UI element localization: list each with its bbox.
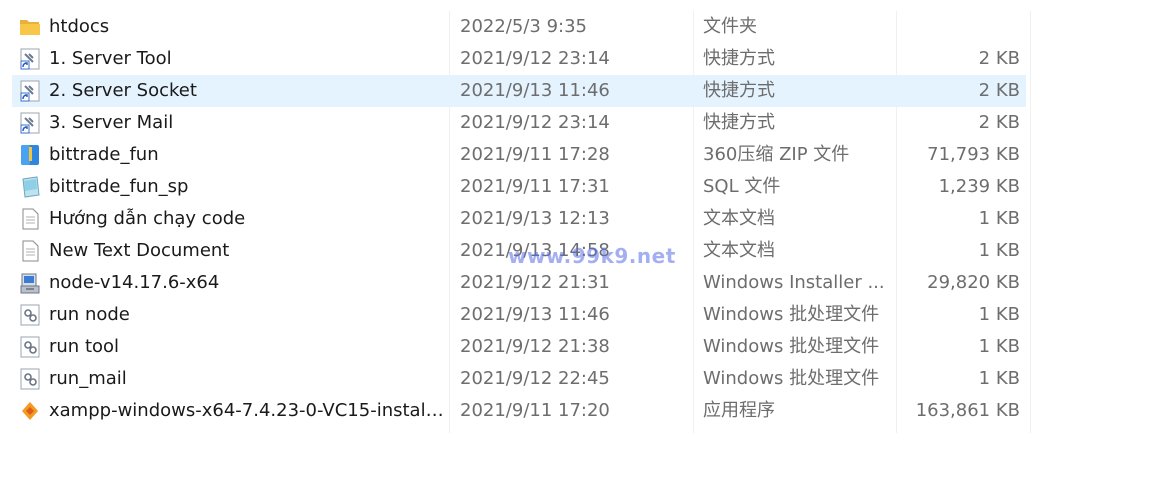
zip-archive-icon [18,144,42,166]
file-type: 文本文档 [703,208,775,229]
file-name: bittrade_fun_sp [49,176,189,197]
text-document-icon [18,208,42,230]
date-modified: 2021/9/12 21:38 [460,336,610,357]
name-cell[interactable]: xampp-windows-x64-7.4.23-0-VC15-install.… [18,395,444,427]
file-size: 1 KB [978,240,1020,261]
name-cell[interactable]: New Text Document [18,235,444,267]
file-row[interactable]: xampp-windows-x64-7.4.23-0-VC15-install.… [12,395,1032,427]
date-modified: 2021/9/12 22:45 [460,368,610,389]
batch-file-icon [18,368,42,390]
file-type: 快捷方式 [703,80,775,101]
name-cell[interactable]: bittrade_fun [18,139,444,171]
file-size: 2 KB [978,48,1020,69]
file-name: 2. Server Socket [49,80,197,101]
name-cell[interactable]: 3. Server Mail [18,107,444,139]
name-cell[interactable]: run tool [18,331,444,363]
file-name: Hướng dẫn chạy code [49,208,246,229]
file-type: Windows 批处理文件 [703,304,880,325]
date-modified: 2021/9/13 11:46 [460,304,610,325]
text-document-icon [18,240,42,262]
file-row[interactable]: node-v14.17.6-x64 2021/9/12 21:31 Window… [12,267,1032,299]
file-row[interactable]: 3. Server Mail 2021/9/12 23:14 快捷方式 2 KB [12,107,1032,139]
application-icon [18,400,42,422]
file-size: 1 KB [978,368,1020,389]
file-size [892,11,1020,43]
file-name: htdocs [49,16,110,37]
file-name: New Text Document [49,240,230,261]
file-name: 3. Server Mail [49,112,174,133]
file-type: 应用程序 [703,400,775,421]
file-row[interactable]: 1. Server Tool 2021/9/12 23:14 快捷方式 2 KB [12,43,1032,75]
file-list: htdocs 2022/5/3 9:35 文件夹 1. Server Tool … [12,11,1032,433]
date-modified: 2021/9/11 17:20 [460,400,610,421]
file-name: run_mail [49,368,127,389]
file-size: 1 KB [978,304,1020,325]
file-type: SQL 文件 [703,176,781,197]
sql-file-icon [18,176,42,198]
file-size: 71,793 KB [927,144,1020,165]
file-type: 文本文档 [703,240,775,261]
file-type: Windows 批处理文件 [703,368,880,389]
file-size: 163,861 KB [915,400,1020,421]
file-type: 快捷方式 [703,48,775,69]
file-type: 文件夹 [703,16,757,37]
watermark: www.99k9.net [508,244,676,268]
file-row[interactable]: run tool 2021/9/12 21:38 Windows 批处理文件 1… [12,331,1032,363]
name-cell[interactable]: Hướng dẫn chạy code [18,203,444,235]
batch-file-icon [18,336,42,358]
folder-icon [18,16,42,38]
shortcut-icon [18,112,42,134]
file-size: 1 KB [978,336,1020,357]
shortcut-icon [18,48,42,70]
date-modified: 2022/5/3 9:35 [460,16,587,37]
file-row[interactable]: bittrade_fun 2021/9/11 17:28 360压缩 ZIP 文… [12,139,1032,171]
file-size: 1 KB [978,208,1020,229]
file-row[interactable]: run node 2021/9/13 11:46 Windows 批处理文件 1… [12,299,1032,331]
file-size: 2 KB [978,80,1020,101]
file-row[interactable]: run_mail 2021/9/12 22:45 Windows 批处理文件 1… [12,363,1032,395]
file-type: 360压缩 ZIP 文件 [703,144,850,165]
file-name: run node [49,304,130,325]
date-modified: 2021/9/13 12:13 [460,208,610,229]
file-name: 1. Server Tool [49,48,172,69]
date-modified: 2021/9/12 23:14 [460,112,610,133]
name-cell[interactable]: node-v14.17.6-x64 [18,267,444,299]
file-size: 29,820 KB [927,272,1020,293]
date-modified: 2021/9/11 17:28 [460,144,610,165]
file-name: bittrade_fun [49,144,159,165]
date-modified: 2021/9/12 21:31 [460,272,610,293]
date-modified: 2021/9/12 23:14 [460,48,610,69]
file-row[interactable]: 2. Server Socket 2021/9/13 11:46 快捷方式 2 … [12,75,1032,107]
file-rows: htdocs 2022/5/3 9:35 文件夹 1. Server Tool … [12,11,1032,427]
name-cell[interactable]: 2. Server Socket [18,75,444,107]
file-type: Windows Installer ... [703,272,885,293]
name-cell[interactable]: run node [18,299,444,331]
file-name: node-v14.17.6-x64 [49,272,220,293]
file-row[interactable]: htdocs 2022/5/3 9:35 文件夹 [12,11,1032,43]
installer-icon [18,272,42,294]
name-cell[interactable]: 1. Server Tool [18,43,444,75]
file-row[interactable]: Hướng dẫn chạy code 2021/9/13 12:13 文本文档… [12,203,1032,235]
file-type: Windows 批处理文件 [703,336,880,357]
file-size: 2 KB [978,112,1020,133]
shortcut-icon [18,80,42,102]
file-size: 1,239 KB [938,176,1020,197]
batch-file-icon [18,304,42,326]
date-modified: 2021/9/11 17:31 [460,176,610,197]
file-name: run tool [49,336,120,357]
name-cell[interactable]: run_mail [18,363,444,395]
file-name: xampp-windows-x64-7.4.23-0-VC15-install.… [49,400,444,421]
date-modified: 2021/9/13 11:46 [460,80,610,101]
name-cell[interactable]: htdocs [18,11,444,43]
file-type: 快捷方式 [703,112,775,133]
file-row[interactable]: bittrade_fun_sp 2021/9/11 17:31 SQL 文件 1… [12,171,1032,203]
name-cell[interactable]: bittrade_fun_sp [18,171,444,203]
